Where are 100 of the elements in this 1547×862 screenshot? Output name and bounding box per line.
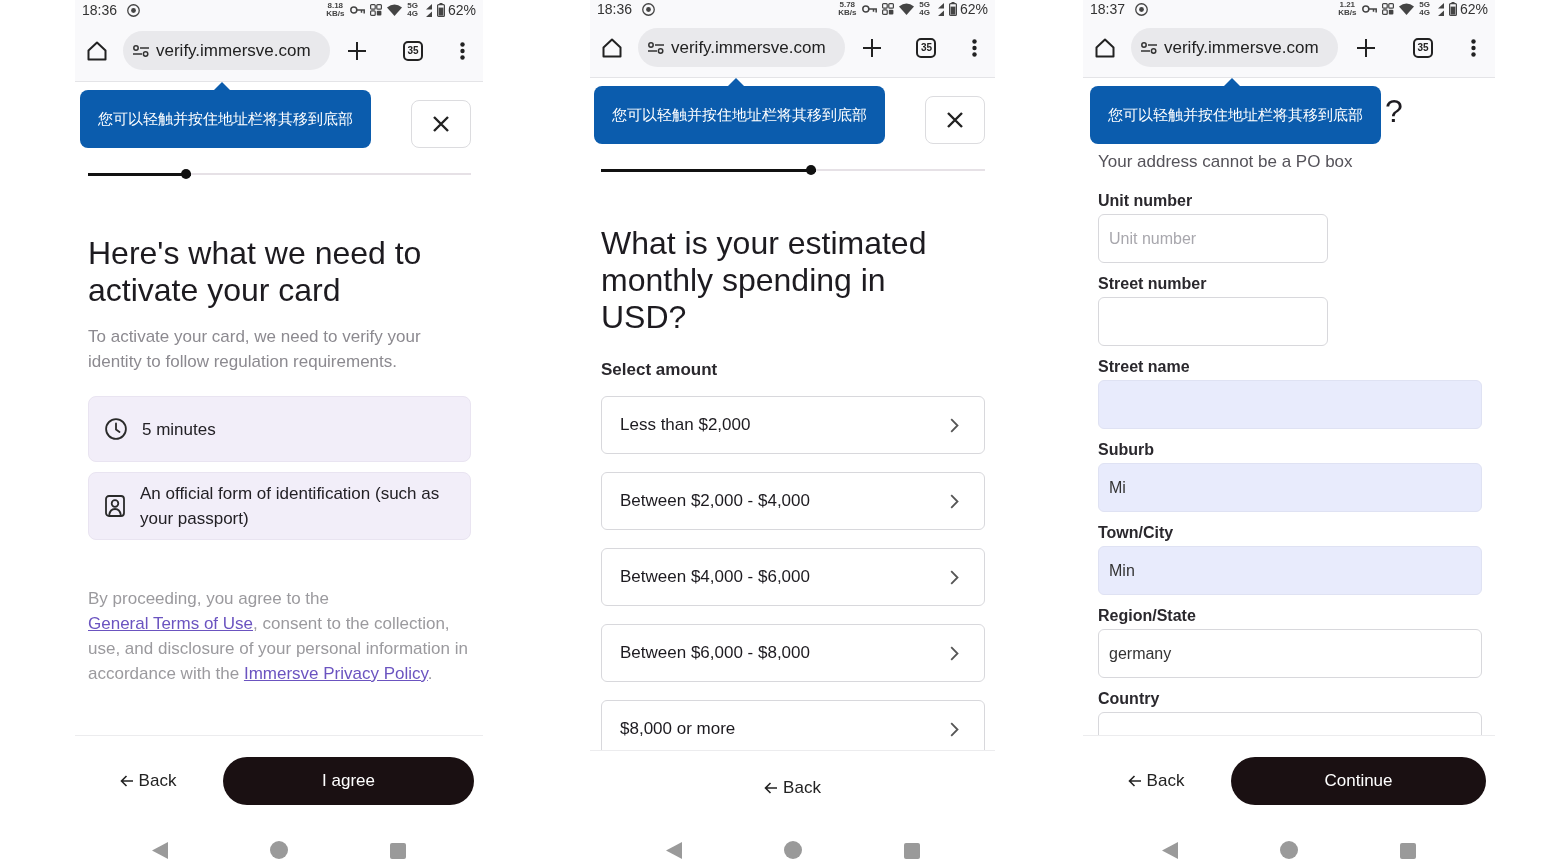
primary-button[interactable]: Continue bbox=[1231, 756, 1486, 805]
key-icon bbox=[350, 6, 366, 14]
new-tab-plus-icon[interactable] bbox=[348, 41, 367, 60]
key-icon bbox=[862, 5, 878, 13]
new-tab-plus-icon[interactable] bbox=[1357, 38, 1375, 57]
input-field[interactable]: Min bbox=[1098, 546, 1482, 595]
heading-text: What is your estimated monthly spending in USD? bbox=[601, 225, 928, 336]
primary-button[interactable]: I agree bbox=[223, 756, 474, 805]
battery-percent: 62% bbox=[959, 2, 988, 16]
address-bar[interactable]: verify.immersve.com bbox=[638, 28, 845, 67]
more-menu-icon[interactable] bbox=[1471, 38, 1476, 57]
field-label: Unit number bbox=[1098, 191, 1194, 211]
description-text: To activate your card, we need to verify your identity to follow regulation requirements. bbox=[88, 326, 422, 373]
status-time: 18:37 bbox=[1090, 2, 1126, 16]
battery-percent: 62% bbox=[1459, 2, 1488, 16]
record-icon bbox=[127, 3, 141, 17]
wifi-icon bbox=[387, 4, 403, 16]
amount-option[interactable]: Between $2,000 - $4,000 bbox=[601, 472, 985, 530]
wifi-icon bbox=[899, 3, 915, 15]
network-type: 5G bbox=[407, 2, 418, 10]
field-label: Select amount bbox=[601, 360, 719, 380]
tab-switcher-button[interactable]: 35 bbox=[403, 40, 423, 61]
battery-icon bbox=[948, 2, 957, 16]
nav-home-icon[interactable] bbox=[270, 841, 288, 859]
status-time: 18:36 bbox=[597, 2, 633, 16]
record-icon bbox=[1135, 2, 1149, 16]
record-icon bbox=[642, 2, 656, 16]
tab-switcher-button[interactable]: 35 bbox=[916, 37, 937, 58]
grid-icon bbox=[370, 4, 383, 16]
chevron-right-icon bbox=[950, 417, 959, 433]
nav-home-icon[interactable] bbox=[1280, 841, 1298, 859]
battery-icon bbox=[436, 3, 445, 17]
note-text: Your address cannot be a PO box bbox=[1098, 152, 1354, 172]
input-field[interactable] bbox=[1098, 380, 1482, 429]
address-bar[interactable]: verify.immersve.com bbox=[123, 31, 330, 70]
input-field[interactable] bbox=[1098, 297, 1328, 346]
sliders-icon[interactable] bbox=[648, 41, 664, 54]
home-icon[interactable] bbox=[1095, 37, 1115, 58]
field-label: Country bbox=[1098, 689, 1161, 709]
close-icon bbox=[433, 116, 449, 132]
nav-back-icon[interactable] bbox=[152, 842, 168, 859]
text-link[interactable]: General Terms of Use bbox=[88, 614, 254, 633]
nav-back-icon[interactable] bbox=[665, 842, 682, 859]
field-label: Street name bbox=[1098, 357, 1191, 377]
sliders-icon[interactable] bbox=[133, 44, 149, 57]
status-time: 18:36 bbox=[82, 3, 118, 17]
input-field[interactable]: Unit number bbox=[1098, 214, 1328, 263]
chevron-right-icon bbox=[950, 569, 959, 585]
chevron-right-icon bbox=[950, 645, 959, 661]
new-tab-plus-icon[interactable] bbox=[862, 38, 881, 57]
grid-icon bbox=[882, 3, 895, 15]
address-bar[interactable]: verify.immersve.com bbox=[1131, 28, 1338, 67]
network-type: 5G bbox=[919, 1, 930, 9]
arrow-left-icon bbox=[1127, 774, 1141, 787]
sliders-icon[interactable] bbox=[1141, 41, 1157, 54]
network-speed: 1.21 KB/s bbox=[1337, 1, 1358, 17]
back-button[interactable]: Back bbox=[737, 764, 848, 812]
tab-switcher-button[interactable]: 35 bbox=[1413, 37, 1433, 58]
network-speed: 8.18 KB/s bbox=[325, 2, 346, 18]
requirement-text: An official form of identification (such as your passport) bbox=[140, 483, 441, 530]
wifi-icon bbox=[1399, 3, 1415, 15]
nav-home-icon[interactable] bbox=[783, 841, 802, 859]
nav-recents-icon[interactable] bbox=[903, 843, 920, 859]
close-button[interactable] bbox=[411, 100, 471, 148]
heading-fragment: ? bbox=[1385, 92, 1403, 130]
amount-option[interactable]: $8,000 or more bbox=[601, 700, 985, 750]
id-card-icon bbox=[105, 495, 125, 517]
network-type: 4G bbox=[919, 9, 930, 17]
network-type: 4G bbox=[407, 10, 418, 18]
home-icon[interactable] bbox=[602, 37, 622, 58]
home-icon[interactable] bbox=[87, 40, 107, 61]
network-type: 5G bbox=[1419, 1, 1430, 9]
battery-percent: 62% bbox=[447, 3, 476, 17]
chevron-right-icon bbox=[950, 721, 959, 737]
tooltip: 您可以轻触并按住地址栏将其移到底部 bbox=[594, 78, 885, 144]
amount-option[interactable]: Between $6,000 - $8,000 bbox=[601, 624, 985, 682]
field-label: Suburb bbox=[1098, 440, 1155, 460]
close-button[interactable] bbox=[925, 96, 985, 144]
amount-option[interactable]: Less than $2,000 bbox=[601, 396, 985, 454]
tooltip: 您可以轻触并按住地址栏将其移到底部 bbox=[1090, 78, 1381, 144]
back-button[interactable]: Back bbox=[1101, 756, 1211, 805]
tooltip: 您可以轻触并按住地址栏将其移到底部 bbox=[80, 82, 371, 148]
network-speed: 5.78 KB/s bbox=[837, 1, 858, 17]
clock-icon bbox=[105, 418, 127, 440]
field-label: Town/City bbox=[1098, 523, 1175, 543]
more-menu-icon[interactable] bbox=[972, 38, 978, 57]
requirement-text: 5 minutes bbox=[142, 418, 216, 441]
back-button[interactable]: Back bbox=[93, 756, 203, 805]
consent-text: By proceeding, you agree to the General Terms of Use, consent to the collection, use, and disclosure of your personal information in accordance with the Immersve Privacy Policy. bbox=[88, 588, 469, 685]
nav-back-icon[interactable] bbox=[1162, 842, 1178, 859]
arrow-left-icon bbox=[764, 782, 778, 794]
more-menu-icon[interactable] bbox=[459, 41, 465, 60]
text-link[interactable]: Immersve Privacy Policy bbox=[243, 664, 428, 683]
heading-text: Here's what we need to activate your card bbox=[88, 235, 423, 309]
arrow-left-icon bbox=[119, 774, 133, 787]
amount-option[interactable]: Between $4,000 - $6,000 bbox=[601, 548, 985, 606]
input-field[interactable]: germany bbox=[1098, 629, 1482, 678]
input-field[interactable]: Mi bbox=[1098, 463, 1482, 512]
field-label: Street number bbox=[1098, 274, 1208, 294]
battery-icon bbox=[1448, 2, 1457, 16]
